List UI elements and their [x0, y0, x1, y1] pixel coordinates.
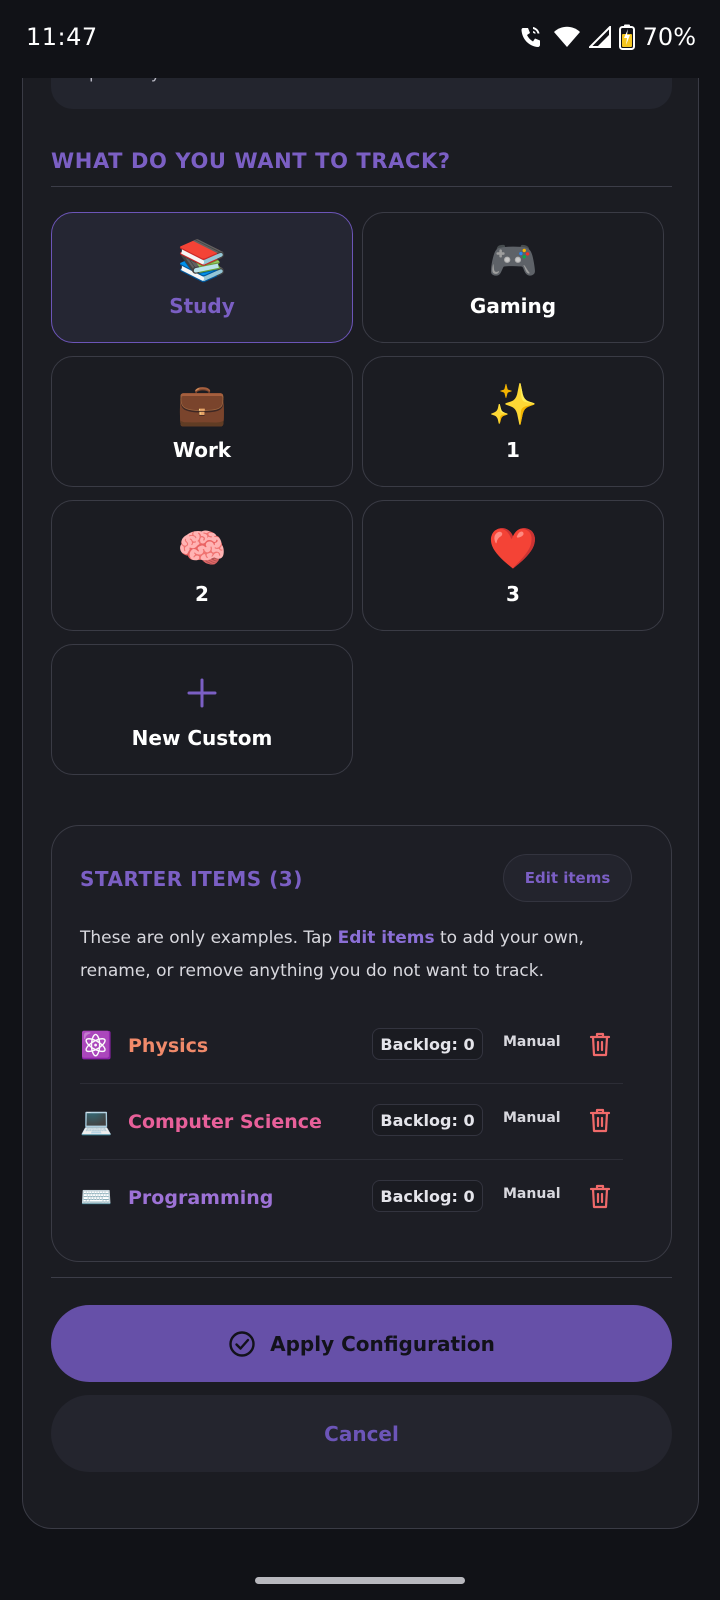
trash-icon[interactable]	[588, 1031, 612, 1057]
brain-icon: 🧠	[177, 525, 227, 572]
backlog-badge: Backlog: 0	[372, 1028, 483, 1060]
category-2-card[interactable]: 🧠 2	[51, 500, 353, 631]
apply-configuration-button[interactable]: Apply Configuration	[51, 1305, 672, 1382]
home-indicator[interactable]	[255, 1577, 465, 1584]
game-controller-icon: 🎮	[488, 237, 538, 284]
starter-items-description: These are only examples. Tap Edit items …	[80, 928, 584, 981]
category-label: 2	[195, 581, 209, 606]
battery-percent: 70%	[642, 23, 696, 51]
briefcase-icon: 💼	[177, 381, 227, 428]
mode-label: Manual	[503, 1186, 561, 1202]
wifi-icon	[553, 26, 580, 47]
plus-icon	[186, 670, 218, 716]
trash-icon[interactable]	[588, 1183, 612, 1209]
category-work-card[interactable]: 💼 Work	[51, 356, 353, 487]
category-gaming-card[interactable]: 🎮 Gaming	[362, 212, 664, 343]
new-custom-card[interactable]: New Custom	[51, 644, 353, 775]
heart-icon: ❤️	[488, 525, 538, 572]
edit-items-button[interactable]: Edit items	[503, 854, 632, 902]
category-label: 3	[506, 581, 520, 606]
category-label: Study	[169, 293, 235, 318]
mode-label: Manual	[503, 1110, 561, 1126]
backlog-badge: Backlog: 0	[372, 1104, 483, 1136]
wifi-calling-icon	[521, 27, 540, 47]
mode-label: Manual	[503, 1034, 561, 1050]
atom-icon: ⚛️	[80, 1030, 113, 1061]
sparkles-icon: ✨	[488, 381, 538, 428]
category-label: Gaming	[469, 293, 557, 318]
category-study-card[interactable]: 📚 Study	[51, 212, 353, 343]
keyboard-icon: ⌨️	[80, 1183, 113, 1213]
category-label: 1	[506, 437, 520, 462]
category-1-card[interactable]: ✨ 1	[362, 356, 664, 487]
status-bar: 11:47 70%	[0, 0, 720, 78]
new-custom-label: New Custom	[131, 725, 273, 750]
trash-icon[interactable]	[588, 1107, 612, 1133]
starter-items-title: STARTER ITEMS (3)	[80, 867, 303, 891]
books-icon: 📚	[177, 237, 227, 284]
starter-item-row[interactable]: ⌨️ Programming Backlog: 0 Manual	[80, 1160, 623, 1236]
starter-items-card: STARTER ITEMS (3) Edit items These are o…	[51, 825, 672, 1262]
section-divider	[51, 186, 672, 187]
starter-item-row[interactable]: 💻 Computer Science Backlog: 0 Manual	[80, 1084, 623, 1160]
apply-label: Apply Configuration	[270, 1331, 495, 1356]
status-time: 11:47	[26, 23, 98, 51]
backlog-badge: Backlog: 0	[372, 1180, 483, 1212]
edit-items-link[interactable]: Edit items	[338, 928, 435, 948]
status-icons: 70%	[519, 23, 696, 51]
starter-item-row[interactable]: ⚛️ Physics Backlog: 0 Manual	[80, 1008, 623, 1084]
category-label: Work	[172, 437, 232, 462]
track-section-title: WHAT DO YOU WANT TO TRACK?	[51, 149, 451, 173]
footer-divider	[51, 1277, 672, 1278]
battery-charging-icon	[618, 24, 635, 50]
signal-icon	[588, 26, 611, 48]
config-sheet: repeat-days schedules. WHAT DO YOU WANT …	[22, 40, 699, 1529]
category-3-card[interactable]: ❤️ 3	[362, 500, 664, 631]
cancel-button[interactable]: Cancel	[51, 1395, 672, 1472]
check-circle-icon	[229, 1330, 255, 1357]
laptop-icon: 💻	[80, 1106, 113, 1137]
